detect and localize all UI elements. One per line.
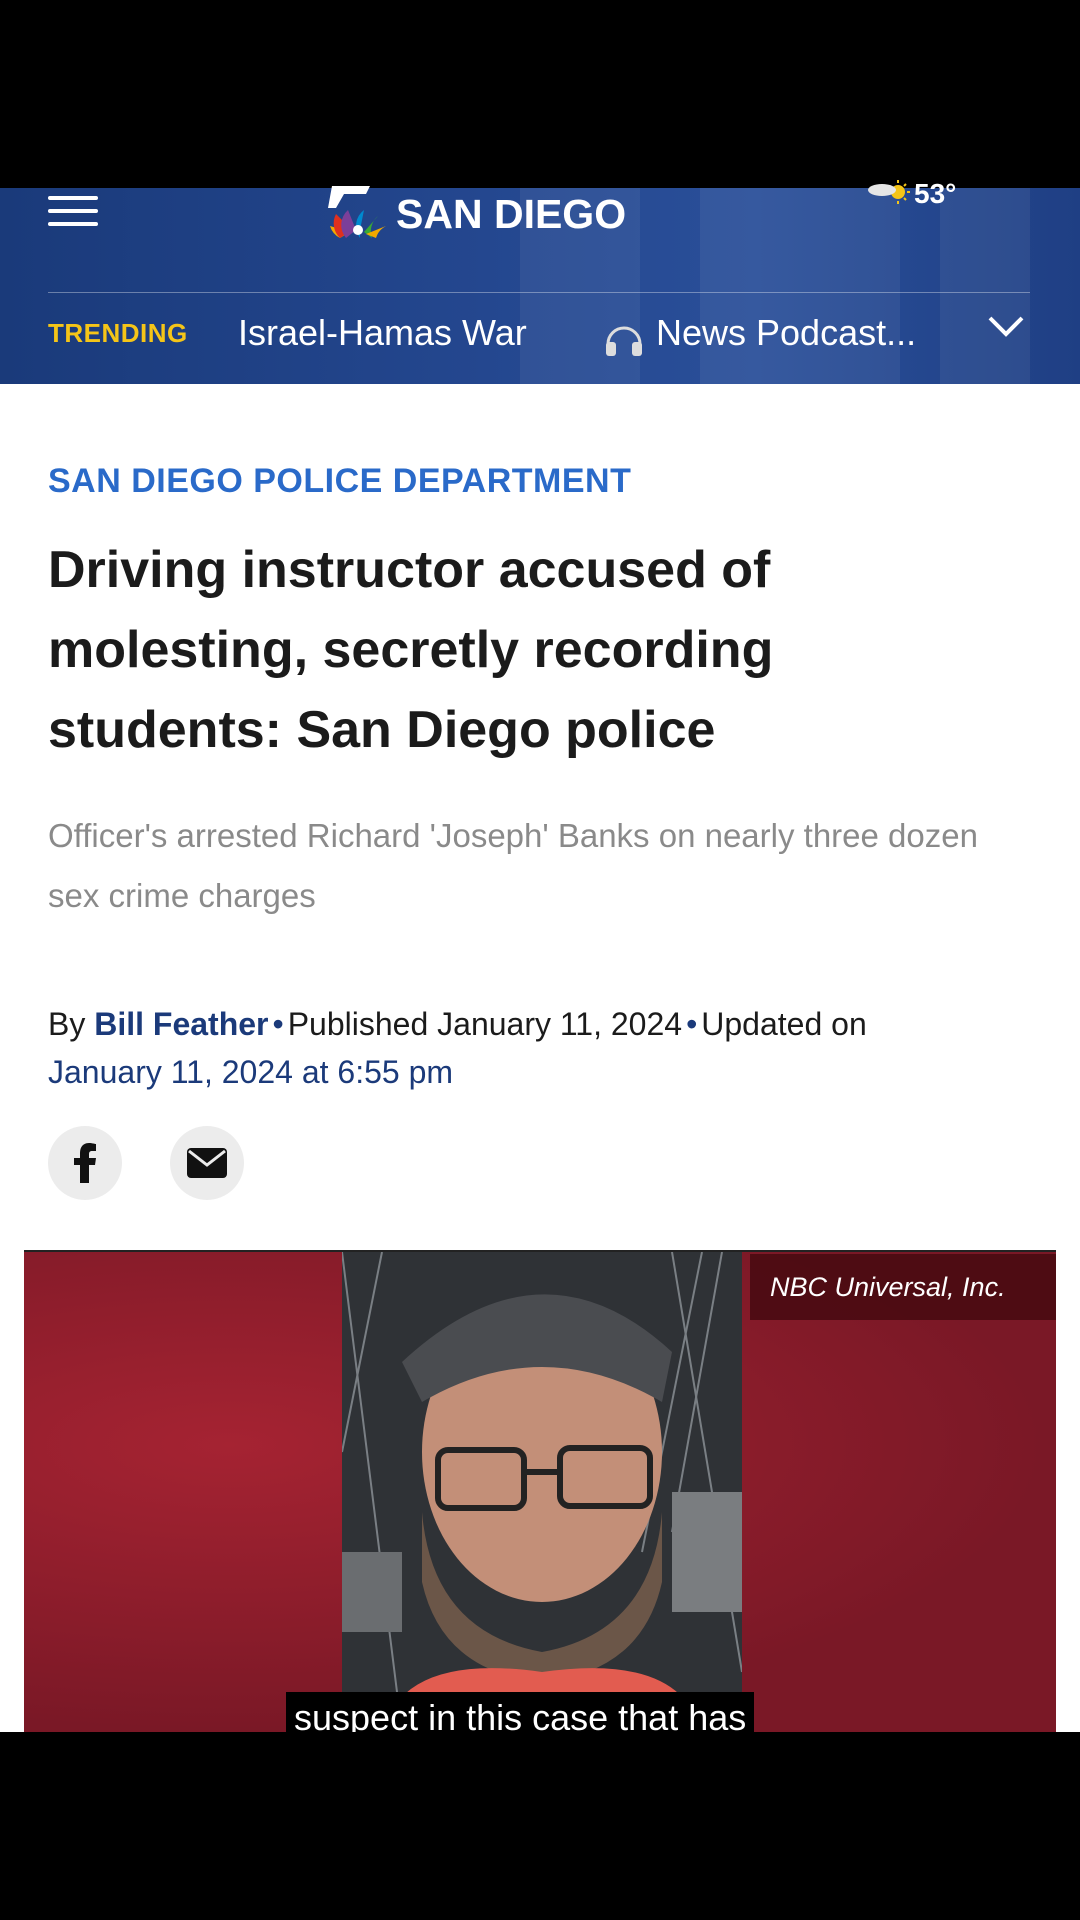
byline: By Bill Feather • Published January 11, 20… bbox=[48, 1000, 1038, 1096]
section-label[interactable]: SAN DIEGO POLICE DEPARTMENT bbox=[48, 462, 631, 501]
chevron-down-icon[interactable] bbox=[986, 312, 1026, 342]
separator-dot: • bbox=[686, 1006, 698, 1042]
article-subheadline: Officer's arrested Richard 'Joseph' Bank… bbox=[48, 817, 978, 914]
header-background-building bbox=[700, 188, 900, 384]
weather-widget[interactable]: 53° bbox=[866, 178, 956, 210]
header-background-building bbox=[940, 188, 1030, 384]
updated-time: at 6:55 pm bbox=[301, 1054, 454, 1090]
video-credit: NBC Universal, Inc. bbox=[750, 1254, 1056, 1320]
video-caption: suspect in this case that has bbox=[286, 1692, 755, 1734]
facebook-icon bbox=[74, 1143, 96, 1183]
site-logo[interactable]: SAN DIEGO bbox=[326, 186, 626, 242]
updated-prefix: Updated on bbox=[701, 1006, 867, 1042]
status-bar-area bbox=[0, 0, 1080, 188]
article-content: SAN DIEGO POLICE DEPARTMENT Driving inst… bbox=[0, 384, 1080, 1734]
article-headline: Driving instructor accused of molesting,… bbox=[48, 541, 774, 759]
hamburger-menu-icon[interactable] bbox=[48, 196, 98, 232]
published-date: Published January 11, 2024 bbox=[287, 1006, 683, 1042]
headphones-icon bbox=[604, 322, 644, 363]
navigation-bar-area bbox=[0, 1732, 1080, 1920]
video-frame-suspect-photo bbox=[342, 1252, 742, 1734]
video-player[interactable]: NBC Universal, Inc. suspect in this case… bbox=[24, 1250, 1056, 1734]
header-divider bbox=[48, 292, 1030, 293]
logo-text: SAN DIEGO bbox=[396, 190, 627, 237]
email-icon bbox=[187, 1148, 227, 1178]
nbc-peacock-icon bbox=[328, 186, 386, 238]
weather-temperature: 53° bbox=[914, 178, 957, 209]
trending-link-israel-hamas-war[interactable]: Israel-Hamas War bbox=[238, 312, 527, 354]
updated-date: January 11, 2024 bbox=[48, 1054, 293, 1090]
email-share-button[interactable] bbox=[170, 1126, 244, 1200]
facebook-share-button[interactable] bbox=[48, 1126, 122, 1200]
trending-link-news-podcast[interactable]: News Podcast... bbox=[656, 312, 916, 354]
author-link[interactable]: Bill Feather bbox=[94, 1006, 268, 1042]
trending-label: TRENDING bbox=[48, 318, 188, 348]
byline-prefix: By bbox=[48, 1006, 86, 1042]
weather-partly-sunny-icon bbox=[868, 180, 910, 204]
separator-dot: • bbox=[272, 1006, 284, 1042]
